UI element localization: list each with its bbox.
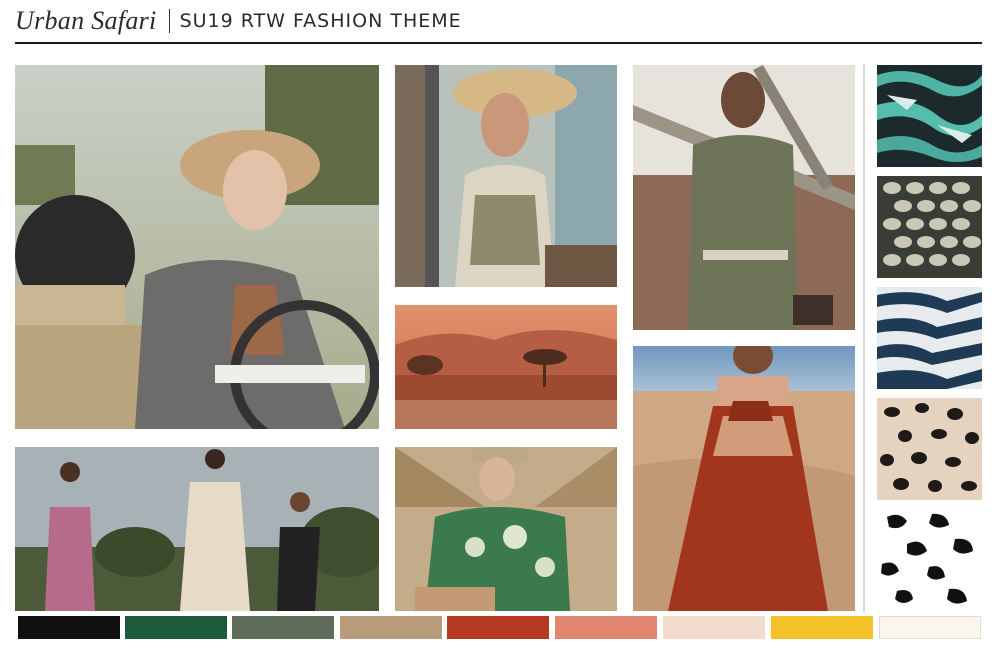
color-swatch-forest-green [125, 616, 227, 639]
straw-hat-vehicle-image [395, 65, 617, 287]
color-swatch-yellow [771, 616, 873, 639]
prints-divider [863, 64, 865, 612]
color-swatch-tan [340, 616, 442, 639]
teal-zebra-print [877, 65, 982, 167]
header-rule [15, 42, 982, 44]
brand-title: Urban Safari [15, 6, 157, 35]
leopard-print [877, 398, 982, 500]
olive-shirt-branch-image [633, 65, 855, 330]
color-swatch-coral [555, 616, 657, 639]
cowboy-hat-jeep-image [15, 65, 379, 429]
header: Urban Safari SU19 RTW FASHION THEME [15, 4, 462, 38]
color-swatch-cream [879, 616, 981, 639]
color-swatch-rust [447, 616, 549, 639]
title-divider [168, 9, 170, 33]
navy-zebra-print [877, 287, 982, 389]
python-print [877, 176, 982, 278]
color-swatch-blush [663, 616, 765, 639]
desert-landscape-image [395, 305, 617, 429]
rust-dress-desert-image [633, 346, 855, 611]
green-blouse-palm-image [395, 447, 617, 611]
color-swatch-olive [232, 616, 334, 639]
three-models-field-image [15, 447, 379, 611]
black-white-spot-print [877, 509, 982, 611]
color-swatch-black [18, 616, 120, 639]
theme-subtitle: SU19 RTW FASHION THEME [179, 10, 462, 32]
